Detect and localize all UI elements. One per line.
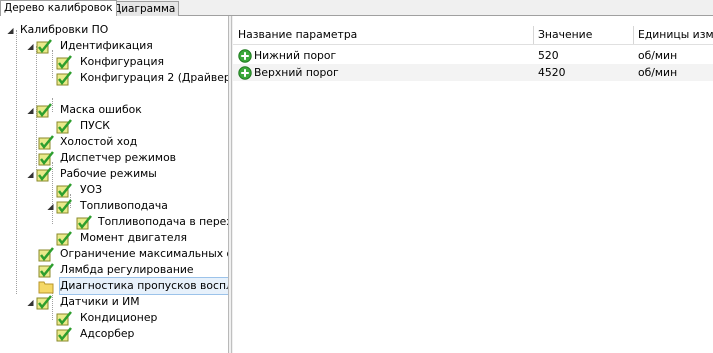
tree-item-label: Кондиционер bbox=[80, 311, 158, 324]
checkbox-checked-icon[interactable] bbox=[38, 135, 55, 150]
tree-line bbox=[52, 50, 53, 78]
column-separator[interactable] bbox=[533, 26, 534, 44]
collapse-icon[interactable]: ◢ bbox=[6, 26, 15, 35]
checkbox-checked-icon[interactable] bbox=[56, 183, 73, 198]
checkbox-checked-icon[interactable] bbox=[38, 247, 55, 262]
tree-item-label: Идентификация bbox=[60, 39, 153, 52]
table-row[interactable]: Нижний порог 520 об/мин bbox=[233, 47, 713, 64]
checkbox-checked-icon[interactable] bbox=[38, 263, 55, 278]
param-name: Верхний порог bbox=[254, 66, 339, 79]
column-separator[interactable] bbox=[633, 26, 634, 44]
column-header-unit[interactable]: Единицы изме... bbox=[638, 26, 713, 44]
checkbox-checked-icon[interactable] bbox=[56, 311, 73, 326]
parameter-grid[interactable]: Название параметра Значение Единицы изме… bbox=[233, 16, 713, 353]
tree-item-label: Конфигурация bbox=[80, 55, 164, 68]
plus-icon[interactable] bbox=[238, 66, 252, 80]
tree-item-label: Диагностика пропусков воспламе bbox=[58, 277, 228, 295]
collapse-icon[interactable]: ◢ bbox=[26, 298, 35, 307]
checkbox-checked-icon[interactable] bbox=[56, 55, 73, 70]
collapse-icon[interactable]: ◢ bbox=[26, 106, 35, 115]
collapse-icon[interactable]: ◢ bbox=[46, 202, 55, 211]
param-value[interactable]: 520 bbox=[538, 47, 559, 64]
param-unit: об/мин bbox=[638, 49, 678, 62]
calibration-tree[interactable]: ◢ Калибровки ПО ◢ Идентификация Конфигур… bbox=[0, 16, 229, 353]
column-header-name[interactable]: Название параметра bbox=[238, 26, 533, 44]
checkbox-checked-icon[interactable] bbox=[56, 199, 73, 214]
tree-line bbox=[16, 30, 17, 294]
tree-item-label: Момент двигателя bbox=[80, 231, 187, 244]
tab-bar: Дерево калибровок Диаграмма bbox=[0, 0, 713, 16]
tree-item-label: ПУСК bbox=[80, 119, 110, 132]
checkbox-checked-icon[interactable] bbox=[36, 167, 53, 182]
tree-item-label: Конфигурация 2 (Драйверна bbox=[80, 71, 229, 84]
checkbox-checked-icon[interactable] bbox=[56, 119, 73, 134]
tree-item-label: Холостой ход bbox=[60, 135, 138, 148]
param-value[interactable]: 4520 bbox=[538, 64, 565, 81]
checkbox-checked-icon[interactable] bbox=[36, 295, 53, 310]
tree-item-label: Рабочие режимы bbox=[60, 167, 157, 180]
tree-item-label: Ограничение максимальных обор bbox=[60, 247, 228, 260]
plus-icon[interactable] bbox=[238, 49, 252, 63]
checkbox-checked-icon[interactable] bbox=[36, 103, 53, 118]
param-unit: об/мин bbox=[638, 66, 678, 79]
panel-splitter[interactable] bbox=[229, 16, 232, 353]
checkbox-checked-icon[interactable] bbox=[56, 71, 73, 86]
checkbox-checked-icon[interactable] bbox=[38, 151, 55, 166]
checkbox-checked-icon[interactable] bbox=[36, 39, 53, 54]
tab-diagram[interactable]: Диаграмма bbox=[109, 1, 180, 16]
header-divider bbox=[233, 44, 713, 45]
table-row[interactable]: Верхний порог 4520 об/мин bbox=[233, 64, 713, 81]
checkbox-checked-icon[interactable] bbox=[76, 215, 93, 230]
checkbox-checked-icon[interactable] bbox=[56, 231, 73, 246]
tree-item-label: Топливоподача bbox=[80, 199, 168, 212]
tree-item-label: Маска ошибок bbox=[60, 103, 142, 116]
collapse-icon[interactable]: ◢ bbox=[26, 170, 35, 179]
folder-icon bbox=[38, 281, 54, 294]
tree-item-label: Диспетчер режимов bbox=[60, 151, 177, 164]
tree-item-label: Топливоподача в перехо bbox=[98, 215, 229, 228]
checkbox-checked-icon[interactable] bbox=[56, 327, 73, 342]
tree-item-label: Адсорбер bbox=[80, 327, 135, 340]
collapse-icon[interactable]: ◢ bbox=[26, 42, 35, 51]
tree-root-label: Калибровки ПО bbox=[20, 23, 109, 36]
param-name: Нижний порог bbox=[254, 49, 337, 62]
column-header-value[interactable]: Значение bbox=[538, 26, 633, 44]
tree-item-label: Лямбда регулирование bbox=[60, 263, 194, 276]
tab-calibration-tree[interactable]: Дерево калибровок bbox=[0, 0, 117, 16]
tree-item-label: УОЗ bbox=[80, 183, 102, 196]
tree-item-label: Датчики и ИМ bbox=[60, 295, 140, 308]
